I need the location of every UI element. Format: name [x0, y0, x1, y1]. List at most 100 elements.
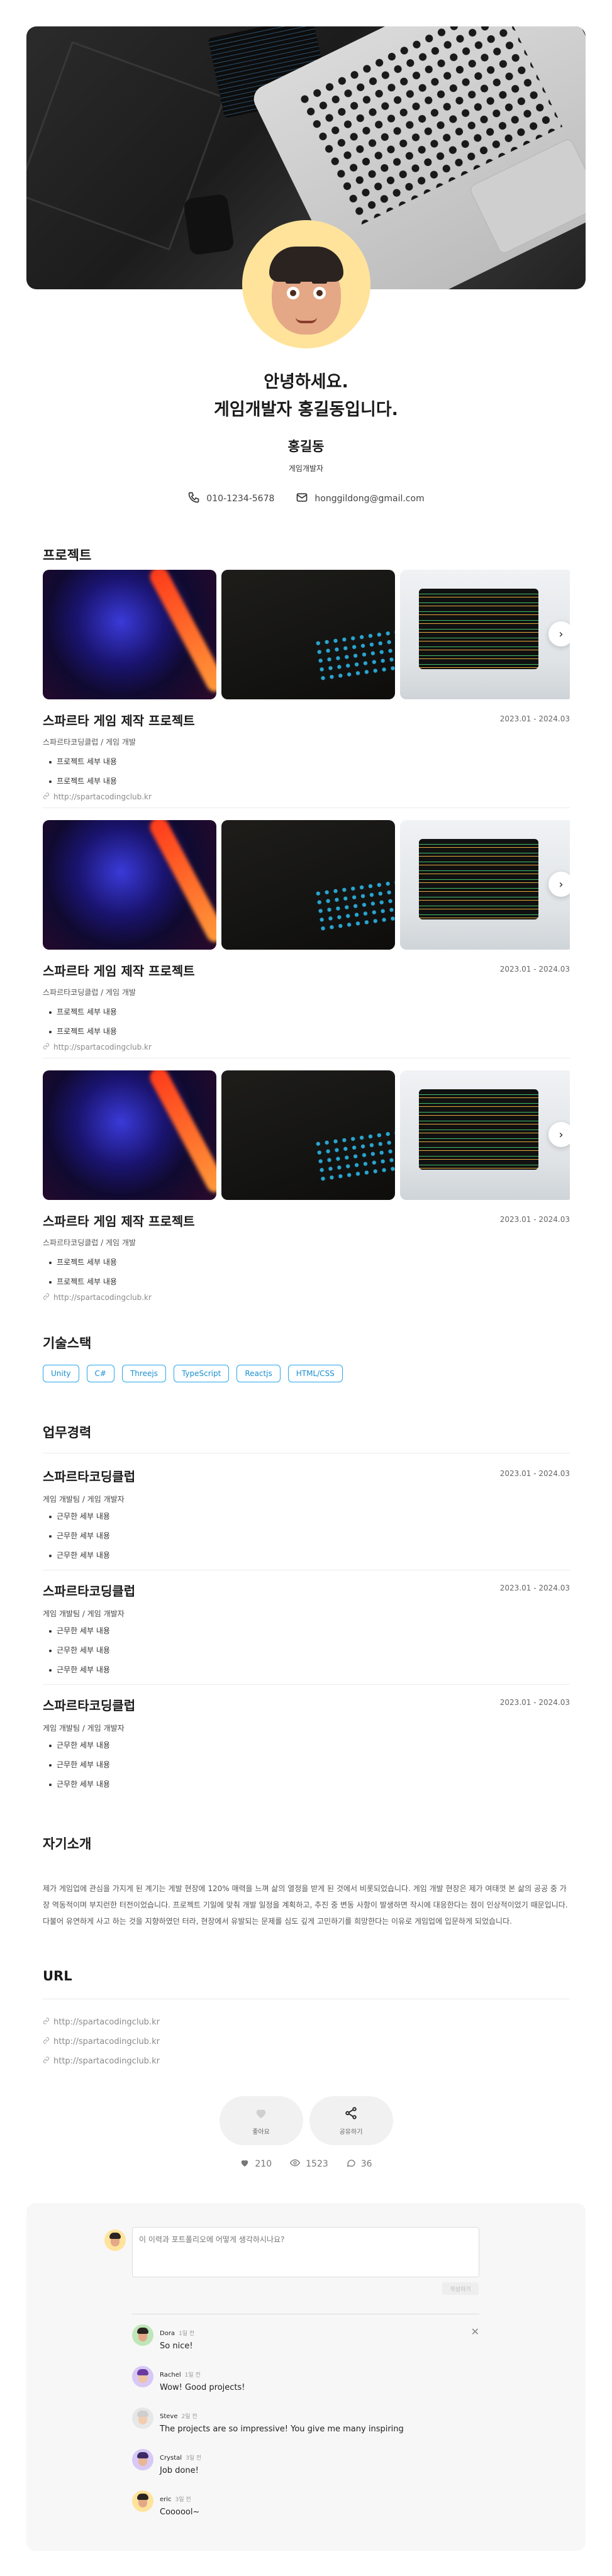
comment-icon: [346, 2158, 356, 2170]
commenter-name: Rachel: [160, 2372, 181, 2379]
contact-phone[interactable]: 010-1234-5678: [187, 491, 274, 506]
project-detail-item: 프로젝트 세부 내용: [49, 1022, 570, 1041]
project-date: 2023.01 - 2024.03: [499, 965, 570, 974]
project-image-laptop: [400, 1070, 570, 1200]
skill-chip: C#: [86, 1365, 114, 1382]
project-date: 2023.01 - 2024.03: [499, 1215, 570, 1224]
career-date: 2023.01 - 2024.03: [499, 1698, 570, 1707]
skill-chip: Threejs: [121, 1365, 166, 1382]
url-link[interactable]: http://spartacodingclub.kr: [43, 2032, 160, 2051]
comment-form: 작성하기: [104, 2227, 509, 2295]
comment-time: 2일 전: [181, 2414, 198, 2420]
skill-chip: TypeScript: [173, 1365, 230, 1382]
comment-submit-button[interactable]: 작성하기: [442, 2282, 479, 2295]
project-link[interactable]: http://spartacodingclub.kr: [43, 1293, 570, 1302]
comments-panel: 작성하기 Dora1일 전So nice!✕Rachel1일 전Wow! Goo…: [26, 2203, 586, 2551]
phone-icon: [187, 491, 200, 506]
career-item: 스파르타코딩클럽 2023.01 - 2024.03 게임 개발팀 / 게임 개발자…: [43, 1467, 570, 1565]
project-gallery[interactable]: ›: [43, 570, 570, 699]
profile-role: 게임개발자: [288, 464, 324, 473]
comment-text: Wow! Good projects!: [160, 2383, 245, 2392]
gallery-next-button[interactable]: ›: [548, 872, 570, 897]
commenter-name: Dora: [160, 2330, 175, 2337]
career-item: 스파르타코딩클럽 2023.01 - 2024.03 게임 개발팀 / 게임 개발자…: [43, 1581, 570, 1680]
share-button[interactable]: 공유하기: [309, 2096, 393, 2145]
comment-item: eric 3일 전 Coooool~: [132, 2480, 479, 2522]
gallery-next-button[interactable]: ›: [548, 621, 570, 647]
hero-deco-watch: [183, 193, 235, 256]
stats-bar: 210 1523 36: [0, 2158, 612, 2170]
likes-stat: 210: [240, 2158, 272, 2170]
project-gallery[interactable]: ›: [43, 1070, 570, 1200]
project-link[interactable]: http://spartacodingclub.kr: [43, 792, 570, 801]
comment-text: Job done!: [160, 2466, 199, 2475]
about-text: 제가 게임업에 관심을 가지게 된 계기는 게발 현장에 120% 매력을 느껴…: [43, 1884, 568, 1926]
eye-icon: [289, 2158, 301, 2170]
project-image-gamepad: [43, 570, 216, 699]
project-link[interactable]: http://spartacodingclub.kr: [43, 1043, 570, 1052]
comment-input[interactable]: [132, 2227, 479, 2277]
project-detail-item: 프로젝트 세부 내용: [49, 1253, 570, 1272]
career-detail-item: 근무한 세부 내용: [49, 1641, 570, 1660]
chevron-right-icon: ›: [559, 627, 564, 641]
section-title-skills: 기술스택: [43, 1336, 92, 1351]
project-gallery[interactable]: ›: [43, 820, 570, 950]
project-image-gamepad: [43, 1070, 216, 1200]
project-detail-item: 프로젝트 세부 내용: [49, 1002, 570, 1022]
project-card: › 스파르타 게임 제작 프로젝트 2023.01 - 2024.03 스파르타코딩클…: [43, 570, 570, 801]
commenter-avatar: [132, 2324, 153, 2346]
comment-time: 3일 전: [175, 2497, 191, 2503]
close-icon[interactable]: ✕: [471, 2326, 479, 2338]
share-icon: [344, 2106, 358, 2123]
career-detail-item: 근무한 세부 내용: [49, 1660, 570, 1680]
chevron-right-icon: ›: [559, 877, 564, 891]
intro-block: 안녕하세요. 게임개발자 홍길동입니다. 홍길동 게임개발자: [0, 369, 612, 474]
heart-icon: [254, 2106, 268, 2123]
career-position: 게임 개발팀 / 게임 개발자: [43, 1724, 125, 1733]
project-date: 2023.01 - 2024.03: [499, 714, 570, 723]
project-org: 스파르타코딩클럽 / 게임 개발: [43, 738, 136, 747]
project-details: 프로젝트 세부 내용 프로젝트 세부 내용: [43, 1253, 570, 1292]
like-button[interactable]: 좋아요: [219, 2096, 303, 2145]
action-buttons: 좋아요 공유하기: [0, 2096, 612, 2145]
comment-item: Steve 2일 전 The projects are so impressive!…: [132, 2397, 479, 2439]
career-position: 게임 개발팀 / 게임 개발자: [43, 1609, 125, 1618]
career-detail-item: 근무한 세부 내용: [49, 1775, 570, 1794]
project-details: 프로젝트 세부 내용 프로젝트 세부 내용: [43, 1002, 570, 1041]
url-link[interactable]: http://spartacodingclub.kr: [43, 2051, 160, 2071]
career-details: 근무한 세부 내용 근무한 세부 내용 근무한 세부 내용: [43, 1507, 570, 1565]
skill-chip: HTML/CSS: [287, 1365, 343, 1382]
url-link[interactable]: http://spartacodingclub.kr: [43, 2012, 160, 2032]
project-org: 스파르타코딩클럽 / 게임 개발: [43, 1238, 136, 1247]
comment-item: Crystal 3일 전 Job done!: [132, 2439, 479, 2480]
url-text: http://spartacodingclub.kr: [53, 2018, 160, 2027]
link-icon: [43, 1043, 50, 1052]
contact-email[interactable]: honggildong@gmail.com: [296, 491, 425, 506]
chevron-right-icon: ›: [559, 1128, 564, 1141]
gallery-next-button[interactable]: ›: [548, 1122, 570, 1147]
career-details: 근무한 세부 내용 근무한 세부 내용 근무한 세부 내용: [43, 1621, 570, 1680]
views-count: 1523: [306, 2159, 328, 2169]
project-detail-item: 프로젝트 세부 내용: [49, 772, 570, 791]
greeting-text: 안녕하세요.: [264, 372, 348, 392]
url-text: http://spartacodingclub.kr: [53, 2037, 160, 2046]
comment-time: 3일 전: [186, 2455, 202, 2462]
commenter-name: eric: [160, 2496, 172, 2503]
career-date: 2023.01 - 2024.03: [499, 1584, 570, 1592]
project-link-text: http://spartacodingclub.kr: [53, 1043, 152, 1052]
career-detail-item: 근무한 세부 내용: [49, 1507, 570, 1526]
views-stat: 1523: [289, 2158, 328, 2170]
career-date: 2023.01 - 2024.03: [499, 1469, 570, 1478]
comments-stat: 36: [346, 2158, 372, 2170]
commenter-avatar: [132, 2449, 153, 2470]
career-details: 근무한 세부 내용 근무한 세부 내용 근무한 세부 내용: [43, 1736, 570, 1794]
skill-chip: Unity: [43, 1365, 79, 1382]
career-detail-item: 근무한 세부 내용: [49, 1621, 570, 1641]
comment-item: Rachel 1일 전 Wow! Good projects!: [132, 2356, 479, 2397]
career-item: 스파르타코딩클럽 2023.01 - 2024.03 게임 개발팀 / 게임 개발자…: [43, 1696, 570, 1794]
comment-list: Dora 1일 전 So nice! ✕ Rachel 1일 전 Wow! Good pro…: [132, 2314, 479, 2522]
profile-name: 홍길동: [287, 439, 325, 454]
url-text: http://spartacodingclub.kr: [53, 2057, 160, 2066]
link-icon: [43, 792, 50, 801]
project-image-gamepad: [43, 820, 216, 950]
